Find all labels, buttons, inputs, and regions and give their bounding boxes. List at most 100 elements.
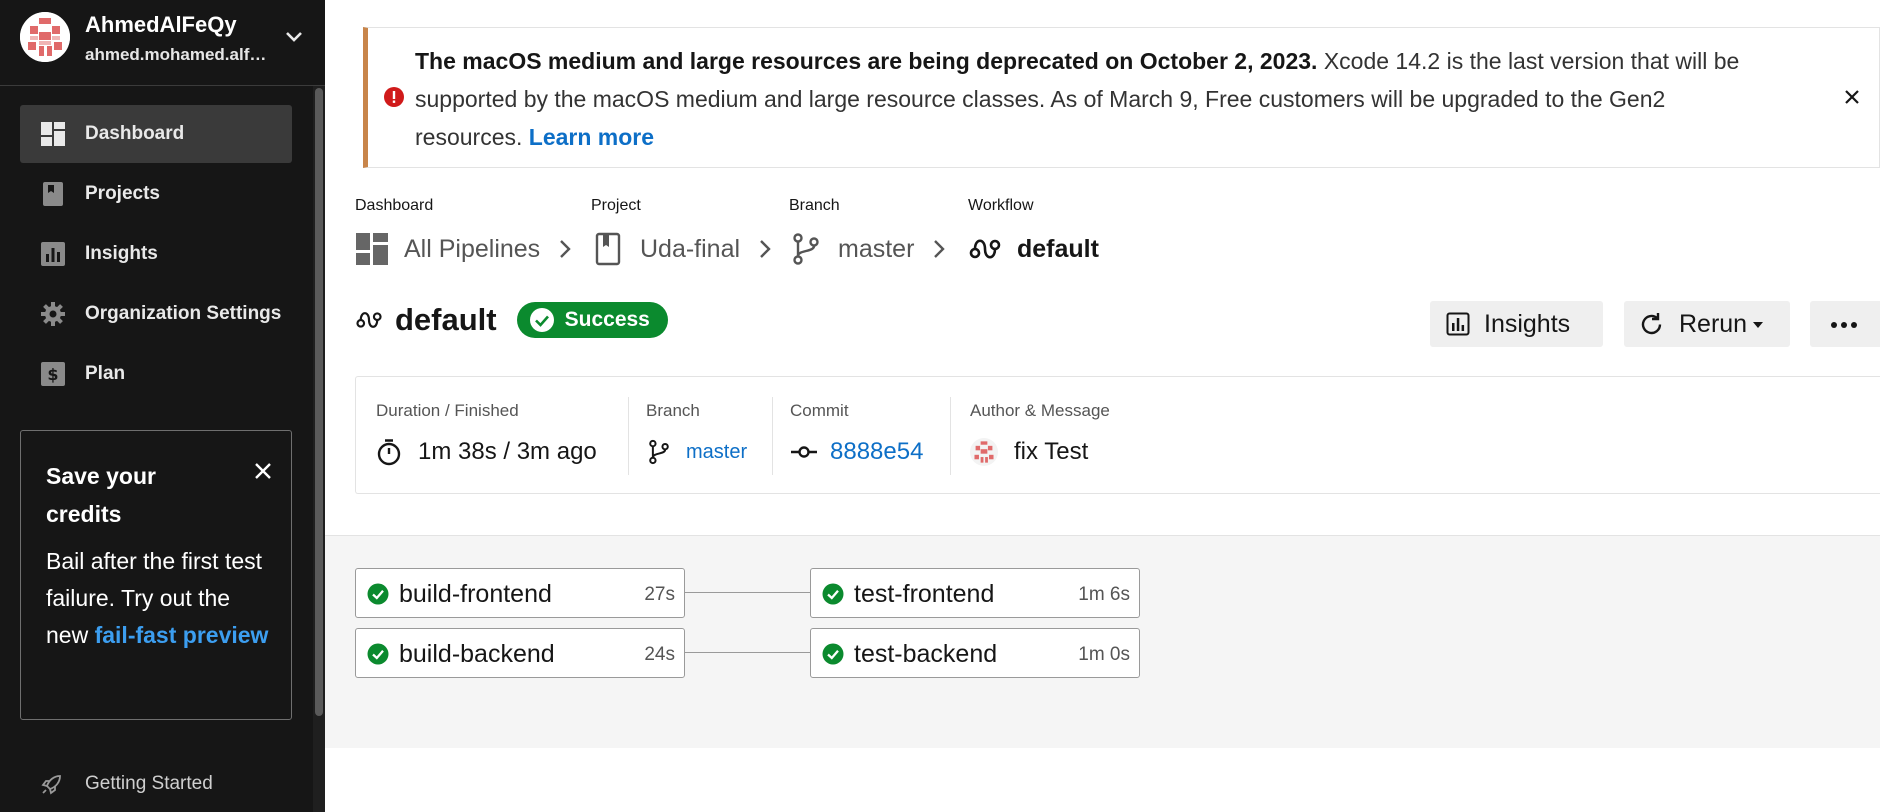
rerun-button[interactable]: Rerun bbox=[1624, 301, 1790, 347]
status-badge: Success bbox=[516, 302, 668, 338]
job-build-frontend[interactable]: build-frontend 27s bbox=[355, 568, 685, 618]
banner-headline: The macOS medium and large resources are… bbox=[415, 48, 1318, 74]
user-email: ahmed.mohamed.alfeqy@gmail.com bbox=[85, 45, 267, 64]
commit-icon bbox=[791, 446, 817, 458]
sidebar-item-label: Dashboard bbox=[85, 123, 185, 144]
more-options-button[interactable] bbox=[1810, 301, 1880, 347]
sidebar: AhmedAlFeQy ahmed.mohamed.alfeqy@gmail.c… bbox=[0, 0, 325, 812]
job-duration: 24s bbox=[644, 644, 675, 665]
crumb-all-pipelines[interactable]: All Pipelines bbox=[355, 230, 572, 268]
avatar bbox=[20, 12, 70, 62]
summary-branch: Branch master bbox=[646, 377, 776, 495]
branch-value[interactable]: master bbox=[646, 435, 747, 469]
workflow-icon bbox=[356, 312, 382, 328]
promo-card: Save your credits Bail after the first t… bbox=[20, 430, 292, 720]
close-icon[interactable] bbox=[251, 459, 275, 483]
commit-link[interactable]: 8888e54 bbox=[830, 438, 923, 466]
crumb-workflow: default bbox=[968, 230, 1099, 268]
duration-value: 1m 38s / 3m ago bbox=[376, 435, 597, 469]
promo-title: Save your credits bbox=[46, 463, 156, 527]
job-test-backend[interactable]: test-backend 1m 0s bbox=[810, 628, 1140, 678]
author-label: Author & Message bbox=[970, 401, 1110, 420]
refresh-icon bbox=[1641, 313, 1662, 335]
pipeline-graph: build-frontend 27s build-backend 24s tes… bbox=[325, 535, 1880, 748]
projects-icon bbox=[43, 182, 63, 206]
check-circle-icon bbox=[822, 643, 844, 665]
chevron-right-icon bbox=[760, 240, 771, 258]
alert-icon bbox=[384, 87, 404, 107]
crumb-label-project: Project bbox=[591, 197, 641, 214]
caret-down-icon bbox=[1753, 322, 1763, 328]
avatar bbox=[970, 438, 998, 466]
check-circle-icon bbox=[529, 308, 554, 332]
commit-value[interactable]: 8888e54 bbox=[790, 435, 923, 469]
workflow-header: default Success bbox=[355, 302, 668, 338]
getting-started-label: Getting Started bbox=[85, 773, 213, 794]
main-content: The macOS medium and large resources are… bbox=[325, 0, 1880, 812]
sidebar-item-label: Plan bbox=[85, 363, 126, 384]
check-circle-icon bbox=[367, 583, 389, 605]
getting-started-link[interactable]: Getting Started bbox=[40, 772, 213, 796]
check-circle-icon bbox=[822, 583, 844, 605]
job-duration: 1m 0s bbox=[1078, 644, 1130, 665]
workflow-summary: Duration / Finished 1m 38s / 3m ago Bran… bbox=[355, 376, 1880, 494]
crumb-label-branch: Branch bbox=[789, 197, 840, 214]
job-duration: 27s bbox=[644, 584, 675, 605]
branch-link[interactable]: master bbox=[686, 441, 747, 464]
job-test-frontend[interactable]: test-frontend 1m 6s bbox=[810, 568, 1140, 618]
banner-message: The macOS medium and large resources are… bbox=[415, 42, 1775, 156]
job-name: test-frontend bbox=[854, 580, 995, 608]
chevron-down-icon[interactable] bbox=[284, 30, 304, 44]
branch-icon bbox=[649, 439, 669, 465]
crumb-branch[interactable]: master bbox=[789, 230, 946, 268]
user-name: AhmedAlFeQy bbox=[85, 12, 237, 37]
commit-message: fix Test bbox=[1014, 438, 1089, 465]
branch-label: Branch bbox=[646, 401, 700, 420]
sidebar-item-dashboard[interactable]: Dashboard bbox=[20, 105, 292, 163]
crumb-label-workflow: Workflow bbox=[968, 197, 1034, 214]
scroll-thumb[interactable] bbox=[315, 88, 323, 716]
summary-author: Author & Message fix Test bbox=[970, 377, 1270, 495]
crumb-label-dashboard: Dashboard bbox=[355, 197, 434, 214]
sidebar-item-insights[interactable]: Insights bbox=[20, 225, 292, 283]
summary-commit: Commit 8888e54 bbox=[790, 377, 950, 495]
commit-label: Commit bbox=[790, 401, 849, 420]
dashboard-icon bbox=[356, 233, 388, 265]
sidebar-item-label: Insights bbox=[85, 243, 158, 264]
rocket-icon bbox=[41, 775, 61, 795]
workflow-icon bbox=[969, 239, 1001, 259]
job-connector bbox=[684, 652, 810, 653]
divider bbox=[628, 397, 629, 475]
divider bbox=[772, 397, 773, 475]
insights-label: Insights bbox=[1484, 310, 1571, 338]
rerun-label: Rerun bbox=[1679, 310, 1748, 338]
learn-more-link[interactable]: Learn more bbox=[529, 124, 654, 150]
branch-icon bbox=[793, 233, 819, 265]
bookmark-icon bbox=[595, 232, 621, 266]
deprecation-banner: The macOS medium and large resources are… bbox=[363, 27, 1880, 168]
chevron-right-icon bbox=[560, 240, 571, 258]
divider bbox=[950, 397, 951, 475]
gear-icon bbox=[41, 302, 65, 326]
fail-fast-link[interactable]: fail-fast preview bbox=[95, 622, 269, 648]
more-icon bbox=[1831, 322, 1857, 328]
insights-icon bbox=[41, 242, 65, 266]
insights-icon bbox=[1446, 312, 1470, 336]
crumb-value: Uda-final bbox=[640, 234, 741, 263]
job-build-backend[interactable]: build-backend 24s bbox=[355, 628, 685, 678]
duration-label: Duration / Finished bbox=[376, 401, 519, 420]
insights-button[interactable]: Insights bbox=[1430, 301, 1603, 347]
sidebar-item-label: Projects bbox=[85, 183, 160, 204]
crumb-value: All Pipelines bbox=[404, 234, 541, 263]
sidebar-item-organization-settings[interactable]: Organization Settings bbox=[20, 285, 292, 343]
crumb-project[interactable]: Uda-final bbox=[591, 230, 772, 268]
sidebar-item-projects[interactable]: Projects bbox=[20, 165, 292, 223]
user-menu[interactable]: AhmedAlFeQy ahmed.mohamed.alfeqy@gmail.c… bbox=[0, 0, 325, 86]
stopwatch-icon bbox=[377, 439, 401, 466]
crumb-value: master bbox=[838, 234, 915, 263]
sidebar-item-plan[interactable]: $ Plan bbox=[20, 345, 292, 403]
duration-text: 1m 38s / 3m ago bbox=[418, 438, 597, 465]
close-icon[interactable] bbox=[1841, 86, 1863, 108]
sidebar-scrollbar[interactable] bbox=[313, 86, 325, 812]
crumb-value: default bbox=[1017, 234, 1099, 263]
